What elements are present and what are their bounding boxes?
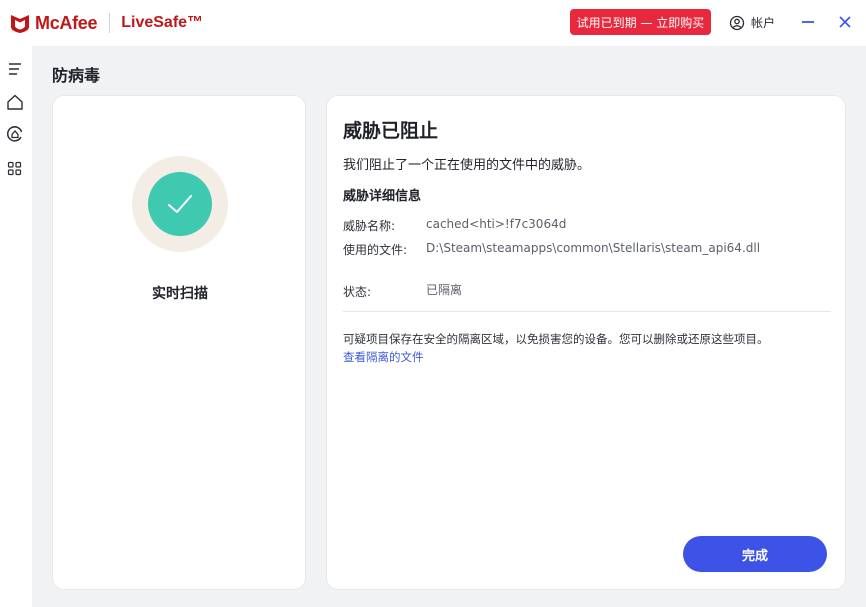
sidebar xyxy=(0,46,32,607)
checkmark-icon xyxy=(168,195,192,213)
title-bar: McAfee LiveSafe™ 试用已到期 — 立即购买 帐户 xyxy=(0,0,866,46)
minimize-icon[interactable] xyxy=(801,13,815,31)
brand-divider xyxy=(109,13,111,33)
file-used-value: D:\Steam\steamapps\common\Stellaris\stea… xyxy=(426,241,761,255)
status-badge xyxy=(132,156,228,252)
page-title: 防病毒 xyxy=(52,66,101,85)
mcafee-shield-icon xyxy=(11,15,29,33)
product-name: LiveSafe™ xyxy=(121,14,204,31)
threat-description: 我们阻止了一个正在使用的文件中的威胁。 xyxy=(343,158,591,173)
file-used-label: 使用的文件: xyxy=(343,243,408,257)
menu-icon[interactable] xyxy=(5,59,25,79)
threat-blocked-card: 威胁已阻止 我们阻止了一个正在使用的文件中的威胁。 威胁详细信息 威胁名称: c… xyxy=(326,95,846,590)
home-icon[interactable] xyxy=(5,92,25,112)
view-quarantined-files-link[interactable]: 查看隔离的文件 xyxy=(343,349,424,365)
threat-details-heading: 威胁详细信息 xyxy=(343,189,422,204)
check-circle xyxy=(148,172,212,236)
threat-name-row: 威胁名称: cached<hti>!f7c3064d xyxy=(343,217,771,234)
account-label: 帐户 xyxy=(751,16,776,30)
apps-grid-icon[interactable] xyxy=(5,159,25,179)
account-icon xyxy=(729,15,745,30)
brand-name: McAfee xyxy=(35,12,98,33)
status-value: 已隔离 xyxy=(426,283,463,297)
account-button[interactable]: 帐户 xyxy=(729,14,775,31)
quarantine-note: 可疑项目保存在安全的隔离区域，以免损害您的设备。您可以删除或还原这些项目。 xyxy=(343,332,769,346)
status-label: 状态: xyxy=(343,285,372,299)
threat-title: 威胁已阻止 xyxy=(343,120,439,142)
divider xyxy=(343,311,831,312)
threat-name-label: 威胁名称: xyxy=(343,219,396,233)
realtime-scan-label: 实时扫描 xyxy=(152,286,208,302)
realtime-scan-card: 实时扫描 xyxy=(52,95,306,590)
threat-name-value: cached<hti>!f7c3064d xyxy=(426,217,567,231)
trial-expired-buy-button[interactable]: 试用已到期 — 立即购买 xyxy=(570,9,711,35)
close-icon[interactable] xyxy=(837,13,853,31)
file-used-row: 使用的文件: D:\Steam\steamapps\common\Stellar… xyxy=(343,241,771,258)
status-row: 状态: 已隔离 xyxy=(343,283,771,300)
brand: McAfee LiveSafe™ xyxy=(9,12,203,34)
protection-icon[interactable] xyxy=(5,124,25,144)
done-button[interactable]: 完成 xyxy=(683,536,827,572)
